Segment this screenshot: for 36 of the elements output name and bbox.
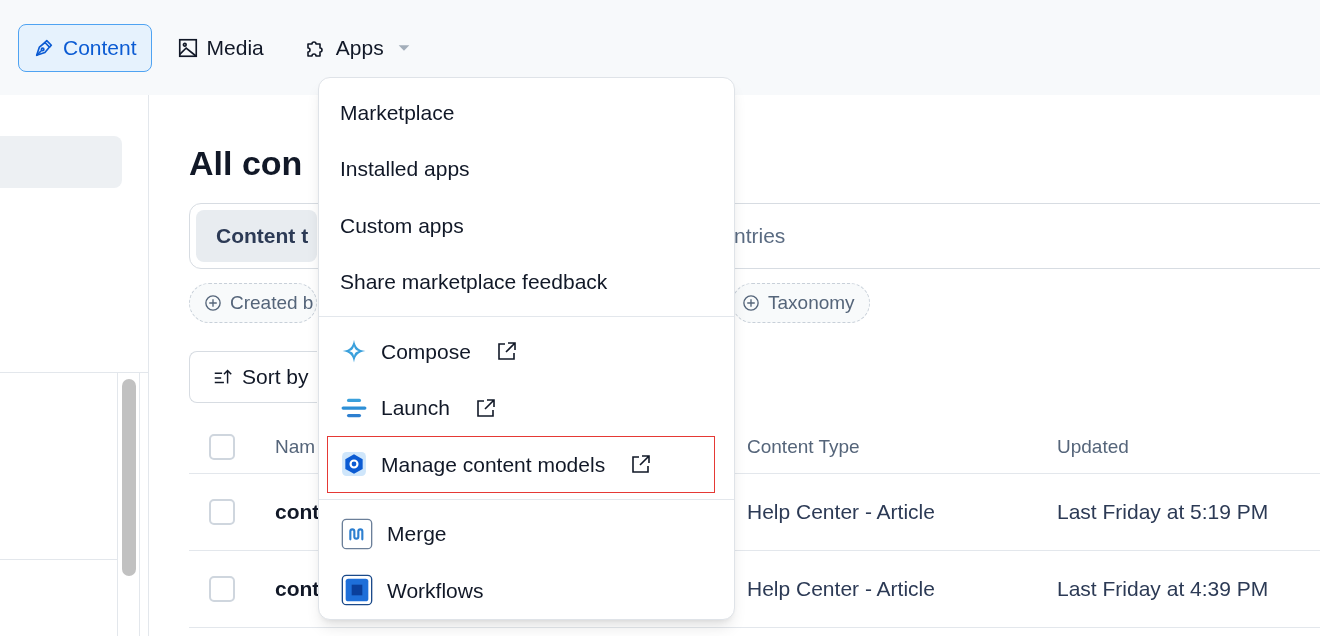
checkbox[interactable] bbox=[209, 434, 235, 460]
menu-item[interactable]: Installed apps bbox=[319, 140, 734, 197]
plus-circle-icon bbox=[204, 294, 222, 312]
image-icon bbox=[176, 36, 199, 59]
table-cell-text: cont bbox=[275, 576, 317, 603]
column-header: Content Type bbox=[747, 434, 861, 459]
nav-tab[interactable]: Content bbox=[18, 23, 152, 72]
scrollbar-thumb[interactable] bbox=[121, 379, 136, 576]
nav-tab[interactable]: Media bbox=[161, 23, 279, 72]
table-cell-text: Help Center - Article bbox=[747, 499, 936, 526]
plus-circle-icon bbox=[742, 294, 760, 312]
checkbox[interactable] bbox=[209, 499, 235, 525]
wave-tile-icon bbox=[341, 517, 373, 550]
filter-pill[interactable]: Created b bbox=[189, 283, 317, 323]
page-title: All con bbox=[189, 143, 303, 183]
filter-pill[interactable]: Taxonomy bbox=[732, 283, 870, 323]
checkbox[interactable] bbox=[209, 576, 235, 602]
menu-item[interactable]: Merge bbox=[327, 505, 715, 562]
sort-button[interactable]: Sort by bbox=[189, 351, 317, 403]
menu-item[interactable]: Workflows bbox=[327, 562, 715, 619]
menu-item[interactable]: Marketplace bbox=[319, 84, 734, 141]
nav-tab[interactable]: Apps bbox=[288, 23, 427, 72]
table-cell-text: Help Center - Article bbox=[747, 576, 936, 603]
square-tile-icon bbox=[341, 574, 373, 607]
menu-item[interactable]: Custom apps bbox=[319, 197, 734, 254]
column-header: Updated bbox=[1057, 434, 1130, 459]
menu-item[interactable]: Compose bbox=[327, 323, 715, 380]
menu-item[interactable]: Share marketplace feedback bbox=[319, 253, 734, 310]
column-header: Nam bbox=[275, 434, 317, 459]
tab[interactable]: Content t bbox=[196, 210, 317, 262]
table-cell-text: cont bbox=[275, 499, 317, 526]
tab[interactable]: ntries bbox=[734, 210, 786, 262]
table-cell-text: Last Friday at 4:39 PM bbox=[1057, 576, 1270, 603]
menu-item[interactable]: Manage content models bbox=[327, 436, 715, 493]
menu-item[interactable]: Launch bbox=[327, 379, 715, 436]
table-cell-text: Last Friday at 5:19 PM bbox=[1057, 499, 1270, 526]
